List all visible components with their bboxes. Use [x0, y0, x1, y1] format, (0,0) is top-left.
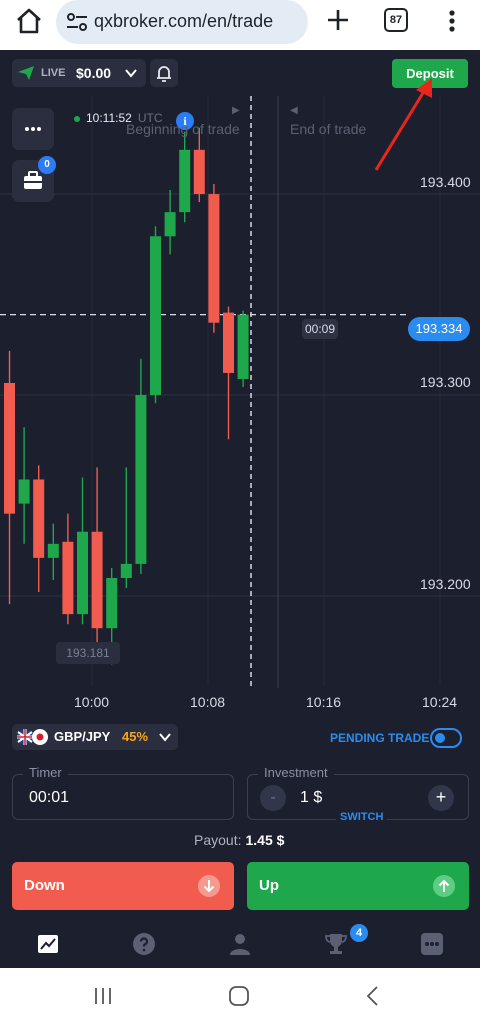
toggle-knob — [435, 733, 445, 743]
time-axis-label: 10:24 — [422, 694, 458, 710]
annotation-arrow-icon — [374, 78, 432, 171]
end-arrow-icon: ◀ — [290, 105, 298, 116]
payout-row: Payout: 1.45 $ — [194, 832, 284, 848]
account-selector[interactable]: LIVE $0.00 — [12, 59, 146, 87]
system-navigation-bar — [0, 968, 480, 1024]
server-time-value: 10:11:52 — [86, 111, 132, 125]
candle-body — [47, 543, 59, 558]
decrease-investment-button[interactable]: - — [260, 785, 286, 811]
candle-body — [33, 479, 45, 558]
home-button-icon[interactable] — [226, 984, 252, 1008]
recent-apps-icon[interactable] — [90, 984, 116, 1008]
candle-body — [106, 577, 118, 629]
time-axis-label: 10:08 — [190, 694, 226, 710]
candle-body — [91, 531, 103, 629]
end-of-trade-label: End of trade — [290, 121, 367, 137]
chart-nav-icon[interactable] — [36, 932, 60, 956]
investment-label: Investment — [258, 765, 334, 780]
switch-currency-button[interactable]: SWITCH — [336, 811, 388, 823]
new-tab-icon[interactable] — [324, 6, 352, 34]
candle-body — [193, 149, 205, 195]
candlestick-chart — [0, 96, 480, 688]
asset-selector[interactable]: GBP/JPY 45% — [12, 724, 178, 750]
candle-body — [135, 395, 147, 564]
timer-field[interactable]: Timer 00:01 — [12, 765, 234, 820]
timer-label: Timer — [23, 765, 68, 780]
more-options-button[interactable] — [12, 108, 54, 150]
beginning-of-trade-label: Beginning of trade — [126, 121, 240, 137]
home-icon[interactable] — [14, 6, 44, 36]
more-menu-icon[interactable] — [420, 932, 444, 956]
price-level-label: 193.300 — [420, 374, 471, 390]
beginning-arrow-icon: ▶ — [232, 105, 240, 116]
price-chart[interactable]: 0 10:11:52 UTC i ▶ Beginning of trade ◀ E… — [0, 96, 480, 716]
pending-trade-label: PENDING TRADE — [330, 731, 430, 745]
candle-body — [18, 479, 30, 504]
price-level-label: 193.400 — [420, 174, 471, 190]
trades-count-badge: 0 — [38, 156, 56, 174]
candle-body — [4, 383, 15, 514]
candle-body — [223, 312, 234, 373]
arrow-up-icon — [433, 875, 455, 897]
time-axis-label: 10:16 — [306, 694, 342, 710]
paper-plane-icon — [18, 66, 34, 80]
back-icon[interactable] — [360, 984, 386, 1008]
url-text: qxbroker.com/en/trade — [94, 11, 274, 31]
candle-body — [237, 314, 249, 379]
candle-countdown: 00:09 — [302, 319, 338, 339]
account-balance: $0.00 — [76, 65, 112, 81]
increase-investment-button[interactable]: + — [428, 785, 454, 811]
current-price-tag: 193.334 — [408, 317, 470, 341]
investment-field[interactable]: Investment - 1 $ + SWITCH — [247, 765, 469, 823]
candle-body — [164, 212, 176, 237]
low-price-tag: 193.181 — [56, 642, 120, 664]
more-dots-icon — [25, 127, 41, 131]
investment-value: 1 $ — [300, 789, 323, 806]
up-label: Up — [259, 877, 279, 894]
payout-label: Payout: — [194, 832, 242, 848]
help-icon[interactable] — [132, 932, 156, 956]
timer-value: 00:01 — [29, 789, 70, 806]
profile-icon[interactable] — [228, 932, 252, 956]
trophy-badge: 4 — [350, 924, 368, 942]
bell-icon — [157, 66, 171, 82]
gbp-jpy-flag-icon — [17, 729, 48, 745]
chevron-down-icon — [159, 733, 171, 742]
site-settings-icon[interactable] — [66, 12, 88, 32]
asset-name: GBP/JPY — [54, 729, 111, 744]
candle-body — [179, 149, 191, 213]
time-axis-label: 10:00 — [74, 694, 110, 710]
pending-trade-toggle[interactable] — [430, 728, 462, 748]
chevron-down-icon — [125, 69, 137, 78]
live-dot — [74, 115, 80, 122]
payout-value: 1.45 $ — [245, 832, 285, 848]
candle-body — [120, 563, 132, 578]
notifications-button[interactable] — [150, 59, 178, 87]
browser-menu-icon[interactable] — [440, 6, 464, 36]
account-mode: LIVE — [41, 67, 66, 79]
down-label: Down — [24, 877, 65, 894]
down-button[interactable]: Down — [12, 862, 234, 910]
price-level-label: 193.200 — [420, 576, 471, 592]
asset-payout-percent: 45% — [122, 729, 149, 744]
address-bar[interactable]: qxbroker.com/en/trade — [56, 0, 308, 44]
candle-body — [77, 531, 88, 615]
tab-switcher-button[interactable]: 87 — [384, 8, 408, 32]
trophy-icon[interactable] — [324, 932, 348, 956]
bottom-navigation: 4 — [0, 920, 480, 968]
candle-body — [150, 236, 161, 396]
browser-toolbar: qxbroker.com/en/trade 87 — [0, 0, 480, 50]
arrow-down-icon — [198, 875, 220, 897]
candle-body — [62, 541, 74, 615]
up-button[interactable]: Up — [247, 862, 469, 910]
candle-body — [208, 194, 220, 323]
